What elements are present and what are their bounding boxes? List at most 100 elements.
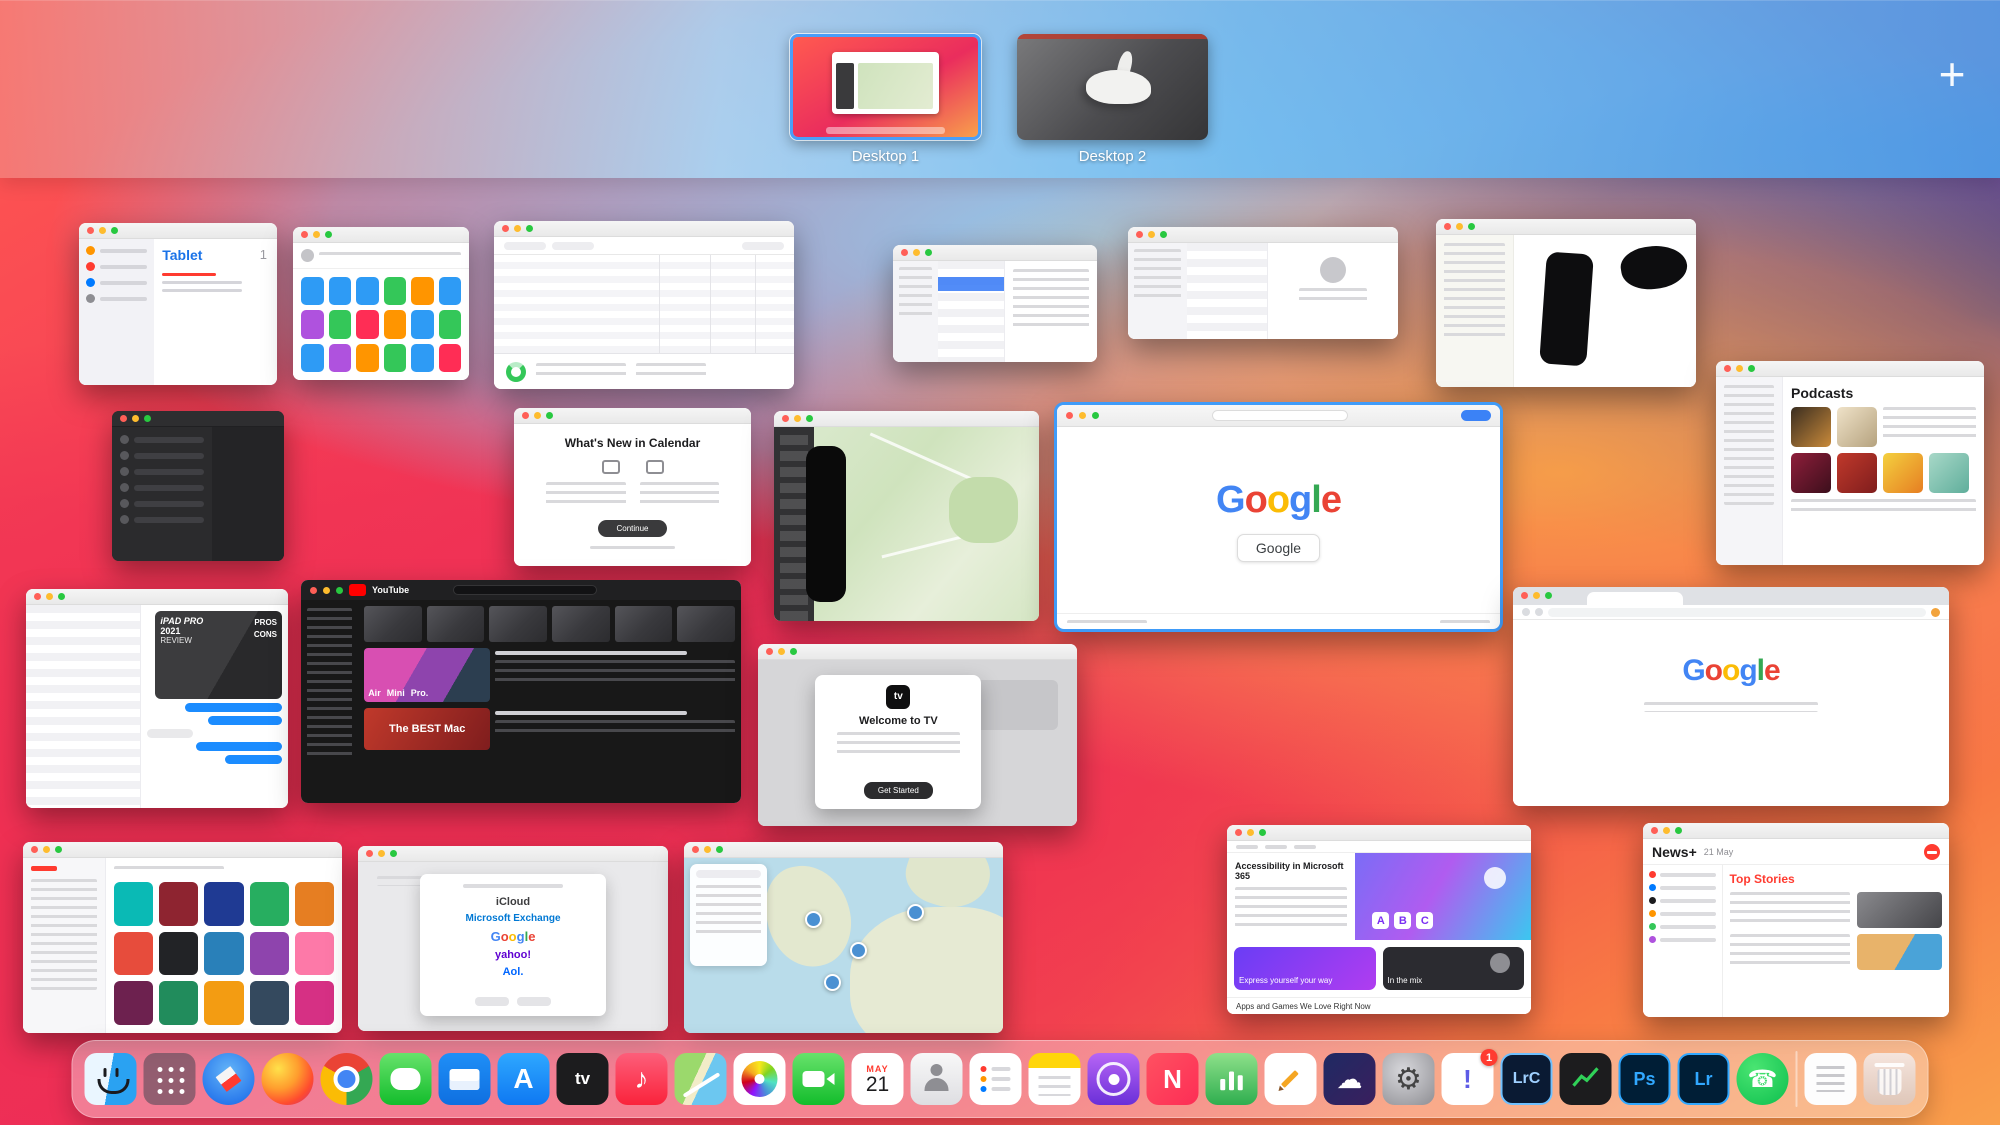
feature-text — [640, 482, 720, 508]
window-notes[interactable] — [1436, 219, 1696, 387]
dock-icon-reminders[interactable] — [970, 1053, 1022, 1105]
back-icon — [1522, 608, 1530, 616]
dock-icon-launchpad[interactable] — [144, 1053, 196, 1105]
desktop-2-thumbnail[interactable] — [1017, 34, 1208, 140]
reminder-line — [162, 289, 242, 292]
dock-icon-photos[interactable] — [734, 1053, 786, 1105]
window-mail-contact[interactable] — [1128, 227, 1398, 339]
window-podcasts[interactable]: Podcasts — [1716, 361, 1984, 565]
provider-exchange[interactable]: Microsoft Exchange — [465, 913, 560, 924]
window-maps-detail[interactable] — [774, 411, 1039, 621]
dock-icon-pages[interactable] — [1265, 1053, 1317, 1105]
window-add-account[interactable]: iCloud Microsoft Exchange Google yahoo! … — [358, 846, 668, 1031]
window-finder-list[interactable] — [494, 221, 794, 389]
categories-main — [106, 858, 342, 1033]
whats-new-body: What's New in Calendar Continue — [514, 424, 751, 566]
apps-games-strip: Apps and Games We Love Right Now — [1227, 997, 1531, 1014]
dock-icon-safari[interactable] — [203, 1053, 255, 1105]
channel-sidebar — [1643, 865, 1723, 1017]
window-controls — [1521, 592, 1552, 599]
get-started-button[interactable]: Get Started — [864, 782, 933, 799]
card-in-the-mix[interactable]: In the mix — [1383, 947, 1525, 991]
dock-icon-whatsapp[interactable]: ☎ — [1737, 1053, 1789, 1105]
provider-yahoo[interactable]: yahoo! — [495, 949, 531, 961]
minimize-icon — [1736, 365, 1743, 372]
continue-button[interactable]: Continue — [598, 520, 666, 537]
dock-icon-tv[interactable]: tv — [557, 1053, 609, 1105]
window-microsoft-365[interactable]: Accessibility in Microsoft 365 A B C Exp… — [1227, 825, 1531, 1014]
zoom-icon — [1259, 829, 1266, 836]
close-icon — [31, 846, 38, 853]
card-express-yourself[interactable]: Express yourself your way — [1234, 947, 1376, 991]
provider-icloud[interactable]: iCloud — [496, 896, 530, 908]
window-messages-media[interactable]: iPAD PRO 2021 REVIEW PROS CONS — [26, 589, 288, 808]
dock-icon-lightroom[interactable]: Lr — [1678, 1053, 1730, 1105]
provider-aol[interactable]: Aol. — [503, 966, 524, 978]
dock-icon-document[interactable] — [1805, 1053, 1857, 1105]
window-mail-small[interactable] — [893, 245, 1097, 362]
dock-icon-lightroom-classic[interactable]: LrC — [1501, 1053, 1553, 1105]
window-messages-dark[interactable] — [112, 411, 284, 561]
contact-lines — [1299, 288, 1367, 304]
dock-icon-app-store[interactable]: A — [498, 1053, 550, 1105]
window-news-categories[interactable] — [23, 842, 342, 1033]
feature-text — [546, 482, 626, 508]
add-desktop-button[interactable]: + — [1926, 48, 1978, 100]
window-chrome-google[interactable]: Google — [1513, 587, 1949, 806]
dock-icon-facetime[interactable] — [793, 1053, 845, 1105]
window-calendar-whats-new[interactable]: What's New in Calendar Continue — [514, 408, 751, 566]
minimize-icon — [43, 846, 50, 853]
browser-tab[interactable] — [1587, 592, 1683, 605]
dock-icon-trash[interactable] — [1864, 1053, 1916, 1105]
dock-icon-stocks[interactable] — [1560, 1053, 1612, 1105]
dock-icon-messages[interactable] — [380, 1053, 432, 1105]
dock-icon-notes[interactable] — [1029, 1053, 1081, 1105]
window-reminders[interactable]: Tablet 1 — [79, 223, 277, 385]
window-maps-europe[interactable] — [684, 842, 1003, 1033]
window-news-plus[interactable]: News+ 21 May Top Stories — [1643, 823, 1949, 1017]
window-app-store[interactable] — [293, 227, 469, 380]
category-tile — [250, 882, 289, 926]
dock-icon-mail[interactable] — [439, 1053, 491, 1105]
dock-icon-chrome[interactable] — [321, 1053, 373, 1105]
chrome-toolbar — [1513, 605, 1949, 620]
channel-item — [1649, 871, 1716, 878]
desktop-1-thumbnail[interactable] — [790, 34, 981, 140]
dock-icon-maps[interactable] — [675, 1053, 727, 1105]
window-tv-welcome[interactable]: tv Welcome to TV Get Started — [758, 644, 1077, 826]
dock-icon-calendar[interactable]: MAY 21 — [852, 1053, 904, 1105]
dock-icon-creative-cloud[interactable]: ☁ — [1324, 1053, 1376, 1105]
window-safari-google[interactable]: Google Google — [1054, 402, 1503, 632]
dock-icon-finder[interactable] — [85, 1053, 137, 1105]
zoom-icon — [790, 648, 797, 655]
window-youtube[interactable]: YouTube Air Mini Pro. — [301, 580, 741, 803]
titlebar — [1227, 825, 1531, 841]
google-search-suggestion[interactable]: Google — [1237, 534, 1320, 562]
zoom-icon — [325, 231, 332, 238]
provider-google[interactable]: Google — [491, 929, 536, 944]
featured-row — [1791, 407, 1976, 447]
dock-icon-feedback-assistant[interactable]: ! 1 — [1442, 1053, 1494, 1105]
mailbox-lines — [1134, 249, 1181, 299]
article[interactable] — [1730, 934, 1942, 970]
continue-button[interactable] — [517, 997, 551, 1006]
dock-icon-photoshop[interactable]: Ps — [1619, 1053, 1671, 1105]
dock-icon-podcasts[interactable] — [1088, 1053, 1140, 1105]
dock-divider — [1796, 1051, 1798, 1107]
cons-label: CONS — [254, 629, 277, 641]
dock-icon-music[interactable]: ♪ — [616, 1053, 668, 1105]
stock-chart-icon — [1570, 1063, 1602, 1095]
dock-icon-news[interactable]: N — [1147, 1053, 1199, 1105]
dock-icon-firefox[interactable] — [262, 1053, 314, 1105]
dock-icon-numbers[interactable] — [1206, 1053, 1258, 1105]
dock-icon-system-preferences[interactable]: ⚙ — [1383, 1053, 1435, 1105]
feature-icons — [602, 460, 664, 474]
channel-item — [1649, 884, 1716, 891]
signin-button — [1461, 410, 1491, 421]
mail-sidebar — [893, 261, 938, 362]
account-text-lines — [319, 252, 461, 260]
article[interactable] — [1730, 892, 1942, 928]
dock-icon-contacts[interactable] — [911, 1053, 963, 1105]
cancel-button[interactable] — [475, 997, 509, 1006]
omnibox — [1548, 608, 1926, 617]
